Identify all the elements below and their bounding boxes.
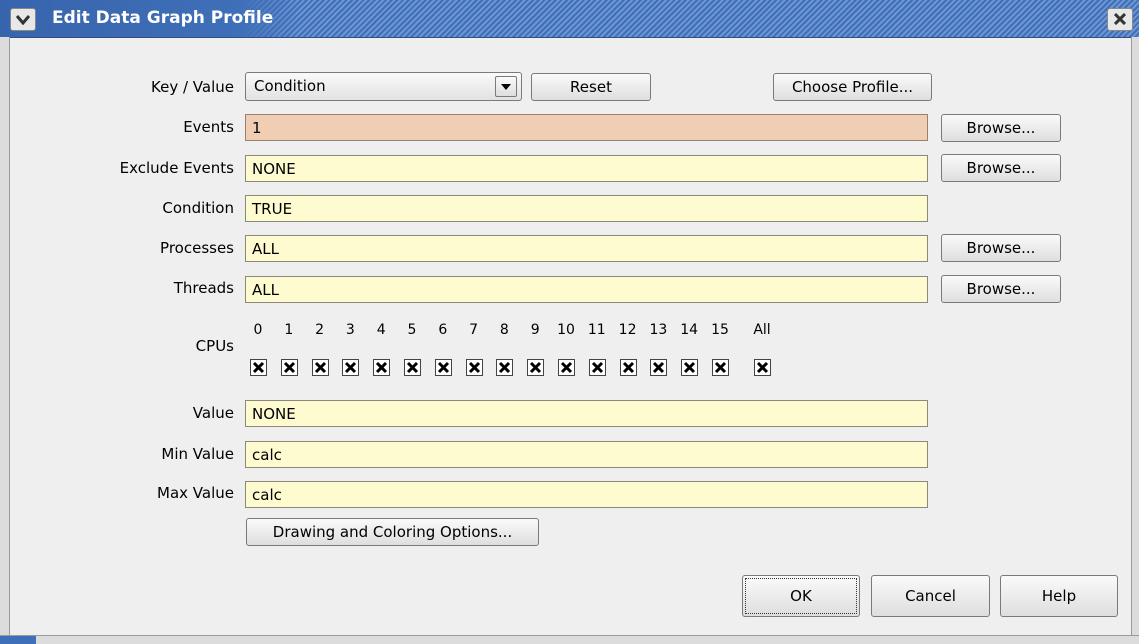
checkbox-checked-icon xyxy=(527,359,545,376)
ok-button[interactable]: OK xyxy=(742,575,860,617)
cpu-checkbox-11[interactable] xyxy=(588,359,606,376)
condition-label: Condition xyxy=(162,199,234,217)
cpu-number-label: 4 xyxy=(376,322,386,338)
checkbox-checked-icon xyxy=(712,359,729,376)
cpu-checkbox-8[interactable] xyxy=(496,359,514,376)
checkbox-checked-icon xyxy=(681,359,699,376)
help-button[interactable]: Help xyxy=(1000,575,1118,617)
cpus-label: CPUs xyxy=(195,337,234,355)
title-bar[interactable]: Edit Data Graph Profile xyxy=(0,0,1139,38)
cpu-checkbox-2[interactable] xyxy=(311,359,329,376)
cpu-checkbox-3[interactable] xyxy=(342,359,360,376)
max-value-field[interactable]: calc xyxy=(245,481,928,508)
reset-button[interactable]: Reset xyxy=(531,73,651,101)
window-close-button[interactable] xyxy=(1107,8,1133,31)
checkbox-checked-icon xyxy=(754,359,771,376)
exclude-events-label: Exclude Events xyxy=(119,159,234,177)
cpu-number-label: 7 xyxy=(469,322,479,338)
threads-field[interactable]: ALL xyxy=(245,276,928,303)
cpu-number-label: 2 xyxy=(315,322,325,338)
cpu-checkbox-4[interactable] xyxy=(373,359,391,376)
checkbox-checked-icon xyxy=(373,359,391,376)
cpu-number-label: 3 xyxy=(345,322,355,338)
cpu-checkbox-12[interactable] xyxy=(619,359,637,376)
dialog-window: Edit Data Graph Profile Key / Value Cond… xyxy=(0,0,1139,644)
window-title: Edit Data Graph Profile xyxy=(52,8,274,28)
cpu-checkbox-14[interactable] xyxy=(681,359,699,376)
cpu-number-label: 0 xyxy=(253,322,263,338)
cpu-number-label: 14 xyxy=(680,322,699,338)
checkbox-checked-icon xyxy=(311,359,329,376)
exclude-events-field[interactable]: NONE xyxy=(245,155,928,182)
cpu-number-label: 12 xyxy=(618,322,637,338)
window-frame-bottom xyxy=(0,635,1139,644)
cpu-all-checkbox[interactable] xyxy=(754,359,771,376)
cpu-number-label: 6 xyxy=(438,322,448,338)
checkbox-checked-icon xyxy=(434,359,452,376)
dropdown-arrow-icon[interactable] xyxy=(495,76,517,97)
cpu-number-label: 1 xyxy=(284,322,294,338)
events-field[interactable]: 1 xyxy=(245,114,928,141)
cpu-checkbox-9[interactable] xyxy=(527,359,545,376)
checkbox-checked-icon xyxy=(496,359,514,376)
cpu-checkbox-10[interactable] xyxy=(558,359,575,376)
value-label: Value xyxy=(192,404,234,422)
events-label: Events xyxy=(183,118,234,136)
checkbox-checked-icon xyxy=(404,359,421,376)
cpu-checkbox-0[interactable] xyxy=(250,359,267,376)
cpu-checkbox-6[interactable] xyxy=(434,359,452,376)
max-value-label: Max Value xyxy=(157,484,234,502)
checkbox-checked-icon xyxy=(465,359,483,376)
cpu-all-label: All xyxy=(753,322,771,338)
cpu-number-label: 8 xyxy=(499,322,509,338)
checkbox-checked-icon xyxy=(650,359,668,376)
value-field[interactable]: NONE xyxy=(245,400,928,427)
min-value-field[interactable]: calc xyxy=(245,441,928,468)
threads-label: Threads xyxy=(173,279,234,297)
condition-field[interactable]: TRUE xyxy=(245,195,928,222)
cpu-number-label: 15 xyxy=(711,322,729,338)
checkbox-checked-icon xyxy=(588,359,606,376)
window-menu-button[interactable] xyxy=(10,8,36,31)
key-value-dropdown[interactable]: Condition xyxy=(245,72,522,101)
cancel-button[interactable]: Cancel xyxy=(871,575,990,617)
cpu-number-label: 5 xyxy=(407,322,417,338)
key-value-selected: Condition xyxy=(254,77,326,95)
threads-browse-button[interactable]: Browse... xyxy=(941,275,1061,303)
cpu-checkbox-5[interactable] xyxy=(404,359,421,376)
events-browse-button[interactable]: Browse... xyxy=(941,114,1061,142)
cpu-number-label: 10 xyxy=(557,322,575,338)
cpu-checkbox-15[interactable] xyxy=(712,359,729,376)
checkbox-checked-icon xyxy=(280,359,298,376)
processes-field[interactable]: ALL xyxy=(245,235,928,262)
checkbox-checked-icon xyxy=(342,359,360,376)
min-value-label: Min Value xyxy=(161,445,234,463)
cpu-checkbox-1[interactable] xyxy=(280,359,298,376)
cpu-checkbox-7[interactable] xyxy=(465,359,483,376)
window-frame-right xyxy=(1131,37,1139,644)
cpu-number-label: 9 xyxy=(530,322,540,338)
drawing-coloring-options-button[interactable]: Drawing and Coloring Options... xyxy=(246,518,539,546)
cpu-number-label: 13 xyxy=(649,322,668,338)
choose-profile-button[interactable]: Choose Profile... xyxy=(773,73,932,101)
cpu-checkbox-13[interactable] xyxy=(650,359,668,376)
checkbox-checked-icon xyxy=(558,359,575,376)
processes-browse-button[interactable]: Browse... xyxy=(941,234,1061,262)
cpu-number-label: 11 xyxy=(587,322,606,338)
processes-label: Processes xyxy=(160,239,234,257)
exclude-events-browse-button[interactable]: Browse... xyxy=(941,154,1061,182)
close-icon xyxy=(1113,11,1127,29)
key-value-label: Key / Value xyxy=(151,78,234,96)
checkbox-checked-icon xyxy=(250,359,267,376)
checkbox-checked-icon xyxy=(619,359,637,376)
chevron-down-icon xyxy=(15,11,31,29)
